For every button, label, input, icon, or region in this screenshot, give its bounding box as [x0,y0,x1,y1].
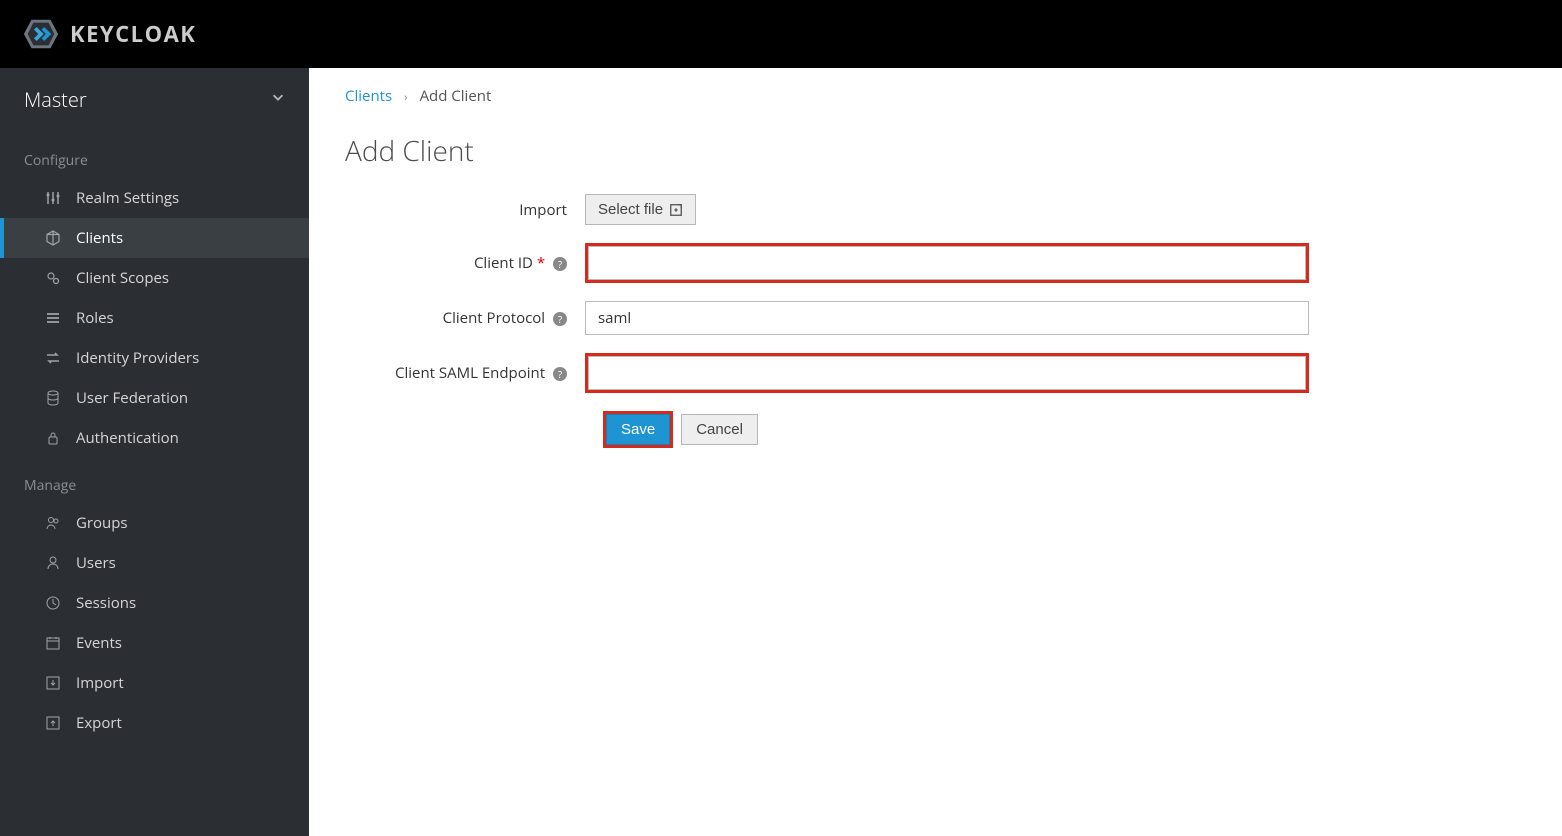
form-row-client-saml-endpoint: Client SAML Endpoint ? [345,353,1526,393]
import-icon [669,203,683,217]
help-icon[interactable]: ? [553,312,567,326]
client-protocol-label: Client Protocol ? [345,308,585,328]
sidebar-item-label: Roles [76,308,114,328]
realm-name: Master [24,86,87,113]
breadcrumb: Clients › Add Client [309,68,1562,106]
topbar: KEYCLOAK [0,0,1562,68]
export-icon [44,714,62,732]
sidebar-item-label: Client Scopes [76,268,169,288]
sidebar-item-user-federation[interactable]: User Federation [0,378,309,418]
list-icon [44,309,62,327]
section-label: Configure [0,133,309,178]
sidebar-item-label: Identity Providers [76,348,199,368]
client-id-input[interactable] [588,246,1306,280]
sidebar-item-roles[interactable]: Roles [0,298,309,338]
client-saml-endpoint-label: Client SAML Endpoint ? [345,363,585,383]
import-icon [44,674,62,692]
sidebar-item-identity-providers[interactable]: Identity Providers [0,338,309,378]
section-label: Manage [0,458,309,503]
cube-icon [44,229,62,247]
sidebar-item-label: Import [76,673,124,693]
help-icon[interactable]: ? [553,367,567,381]
sidebar-item-label: Events [76,633,122,653]
import-label: Import [345,200,585,220]
brand-name: KEYCLOAK [70,19,196,49]
cogs-icon [44,269,62,287]
breadcrumb-separator-icon: › [404,88,408,105]
sidebar: Master Configure Realm Settings Clients Cli… [0,68,309,836]
client-saml-endpoint-input[interactable] [588,356,1306,390]
sidebar-item-clients[interactable]: Clients [0,218,309,258]
keycloak-logo-icon [22,15,60,53]
required-indicator: * [537,253,545,273]
lock-icon [44,429,62,447]
select-file-button[interactable]: Select file [585,194,696,225]
save-button[interactable]: Save [606,414,670,445]
form-row-client-id: Client ID * ? [345,243,1526,283]
help-icon[interactable]: ? [553,257,567,271]
cancel-button[interactable]: Cancel [681,414,758,445]
sidebar-item-sessions[interactable]: Sessions [0,583,309,623]
sidebar-item-events[interactable]: Events [0,623,309,663]
calendar-icon [44,634,62,652]
users-icon [44,514,62,532]
add-client-form: Import Select file Client ID * ? [309,194,1562,448]
sidebar-item-export[interactable]: Export [0,703,309,743]
client-protocol-select[interactable] [585,301,1309,335]
breadcrumb-parent-link[interactable]: Clients [345,86,392,106]
main-content: Clients › Add Client Add Client Import S… [309,68,1562,836]
sidebar-item-realm-settings[interactable]: Realm Settings [0,178,309,218]
sidebar-item-label: Clients [76,228,123,248]
database-icon [44,389,62,407]
sidebar-item-label: Sessions [76,593,136,613]
sidebar-item-label: Realm Settings [76,188,179,208]
sidebar-item-label: Users [76,553,116,573]
sidebar-item-label: Export [76,713,122,733]
select-file-label: Select file [598,201,663,218]
chevron-down-icon [271,90,285,109]
sliders-icon [44,189,62,207]
sidebar-item-label: Authentication [76,428,179,448]
realm-selector[interactable]: Master [0,68,309,133]
sidebar-item-groups[interactable]: Groups [0,503,309,543]
exchange-icon [44,349,62,367]
user-icon [44,554,62,572]
sidebar-item-label: Groups [76,513,128,533]
sidebar-item-users[interactable]: Users [0,543,309,583]
sidebar-item-import[interactable]: Import [0,663,309,703]
client-id-label: Client ID * ? [345,253,585,273]
form-actions: Save Cancel [603,411,1526,448]
sidebar-item-label: User Federation [76,388,188,408]
form-row-import: Import Select file [345,194,1526,225]
sidebar-item-client-scopes[interactable]: Client Scopes [0,258,309,298]
page-title: Add Client [309,106,1562,194]
breadcrumb-current: Add Client [420,86,492,106]
sidebar-item-authentication[interactable]: Authentication [0,418,309,458]
clock-icon [44,594,62,612]
form-row-client-protocol: Client Protocol ? [345,301,1526,335]
brand-logo[interactable]: KEYCLOAK [22,15,196,53]
